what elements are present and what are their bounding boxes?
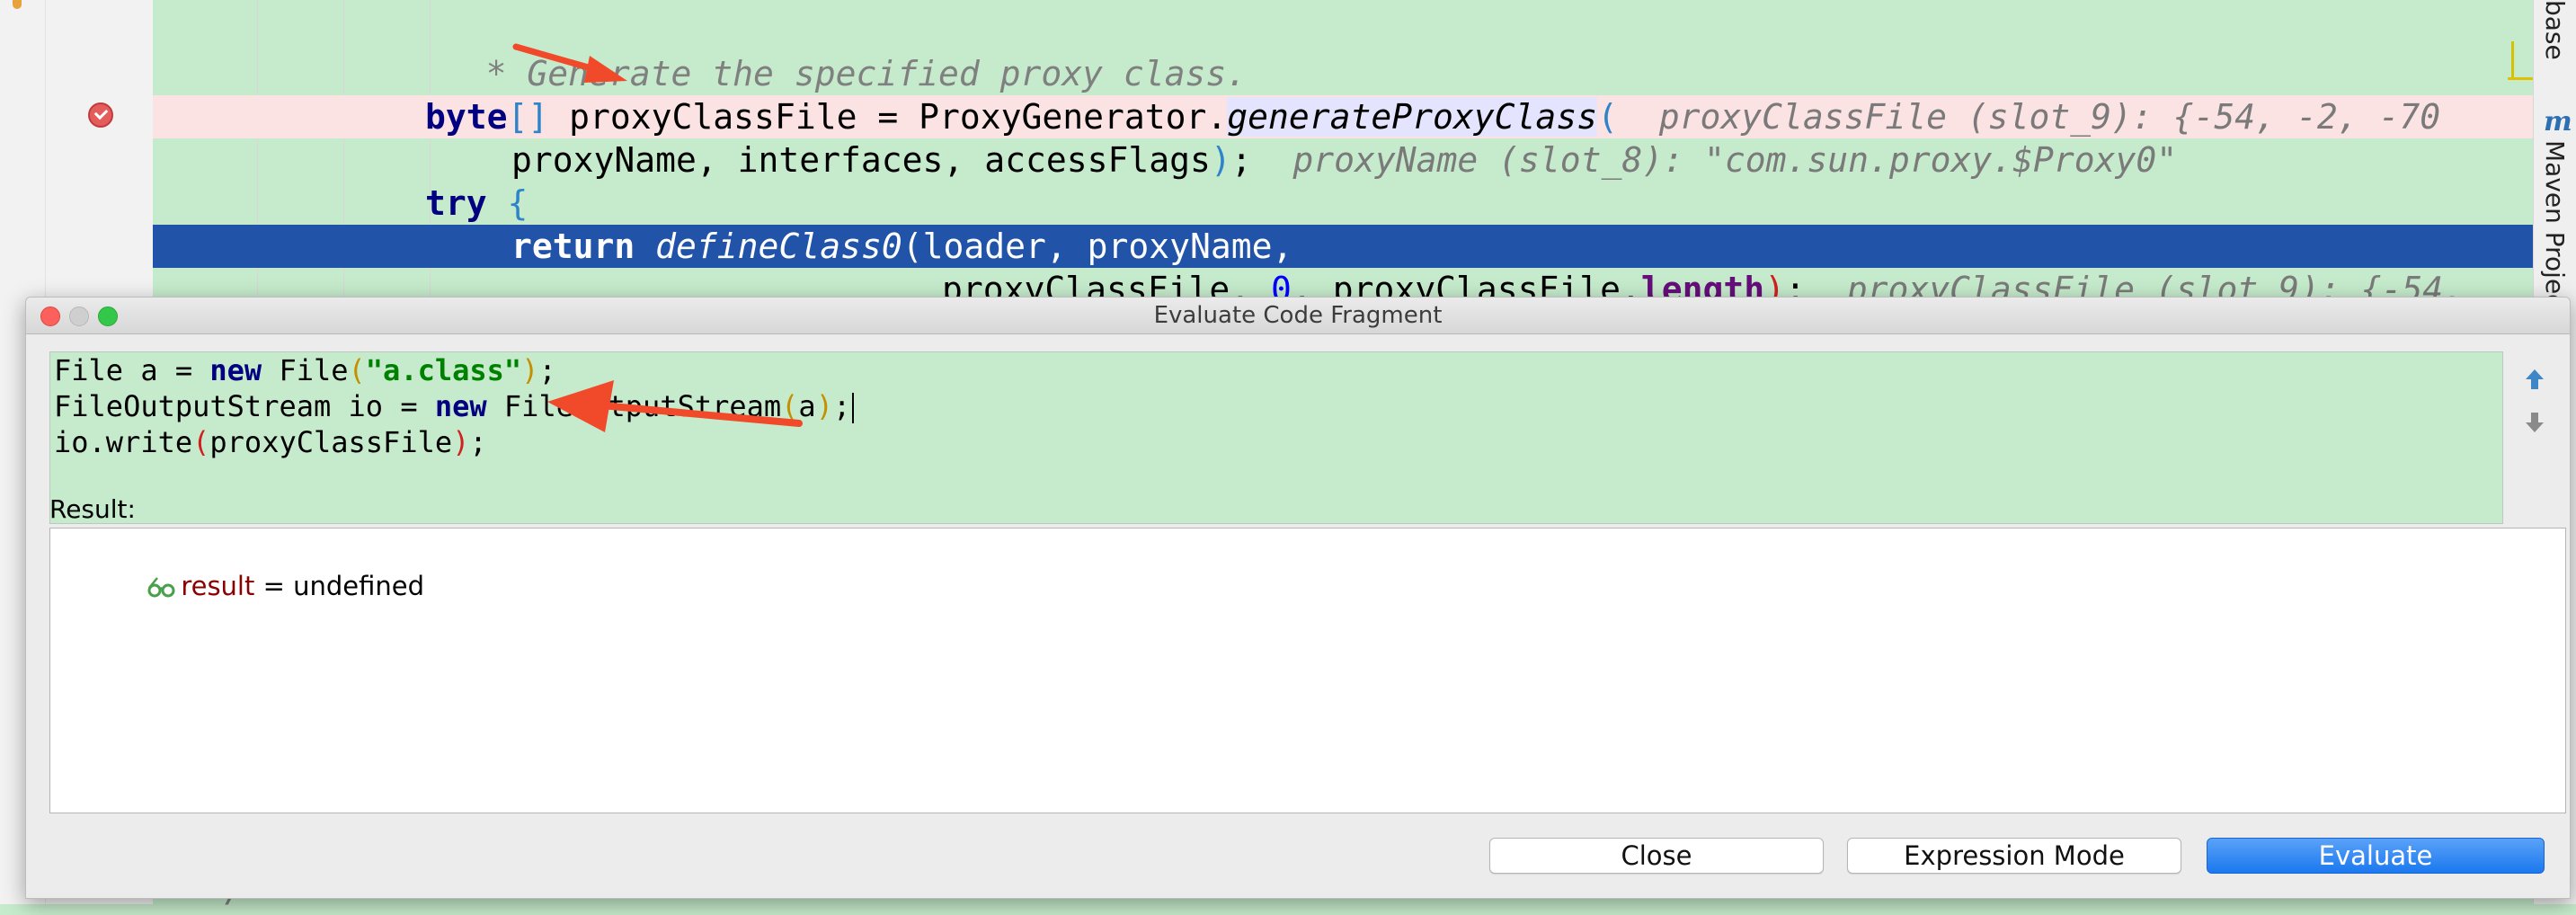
semicolon: ; — [538, 353, 556, 387]
text-caret — [852, 393, 855, 423]
result-equals: = — [254, 571, 294, 601]
close-paren: ) — [452, 425, 470, 459]
open-paren: ( — [348, 353, 366, 387]
fragment-line-3: io.write(proxyClassFile); — [54, 424, 487, 460]
keyword-return: return — [511, 227, 635, 266]
frag-text: File — [262, 353, 349, 387]
close-paren: ) — [521, 353, 539, 387]
fragment-line-1: File a = new File("a.class"); — [54, 352, 556, 388]
expression-mode-button[interactable]: Expression Mode — [1847, 838, 2181, 874]
semicolon: ; — [469, 425, 487, 459]
history-up-arrow-icon[interactable] — [2521, 366, 2548, 393]
declaration-text: proxyClassFile = ProxyGenerator. — [548, 97, 1228, 137]
watch-glasses-icon — [147, 577, 175, 598]
open-brace: { — [486, 183, 529, 223]
fragment-line-2: FileOutputStream io = new FileOutputStre… — [54, 388, 855, 424]
database-panel-tab[interactable]: base — [2540, 0, 2570, 60]
frag-text: io.write — [54, 425, 193, 459]
keyword-new: new — [209, 353, 262, 387]
array-brackets: [] — [507, 97, 549, 137]
result-name: result — [181, 571, 255, 601]
code-line-selected: return defineClass0(loader, proxyName, — [153, 225, 2533, 268]
scroll-marker-vertical — [2511, 41, 2514, 77]
result-label: Result: — [49, 494, 136, 524]
history-down-arrow-icon[interactable] — [2521, 409, 2548, 436]
maven-projects-tab[interactable]: Maven Projec — [2540, 140, 2570, 308]
frag-text: File a = — [54, 353, 210, 387]
close-paren: ) — [1210, 140, 1231, 180]
keyword-byte: byte — [425, 97, 508, 137]
keyword-try: try — [425, 183, 487, 223]
code-line-breakpoint: byte[] proxyClassFile = ProxyGenerator.g… — [153, 95, 2533, 138]
return-args-text: (loader, proxyName, — [902, 227, 1293, 266]
result-value: undefined — [293, 571, 425, 601]
code-line-try: try { — [153, 182, 2533, 225]
scroll-marker — [2508, 77, 2533, 80]
result-tree[interactable]: result = undefined — [49, 528, 2566, 813]
inline-debug-value: proxyClassFile (slot_9): {-54, -2, -70 — [1617, 97, 2441, 137]
gutter-marker — [13, 0, 22, 9]
open-paren: ( — [1597, 97, 1618, 137]
arg-text: a — [798, 389, 816, 423]
maven-m-icon[interactable]: m — [2544, 106, 2572, 138]
result-row[interactable]: result = undefined — [95, 532, 424, 601]
open-paren: ( — [781, 389, 799, 423]
open-paren: ( — [192, 425, 210, 459]
frag-text: FileOutputStream — [486, 389, 782, 423]
code-line-comment: * Generate the specified proxy class. — [153, 9, 2533, 93]
close-paren: ) — [815, 389, 833, 423]
method-define-class0: defineClass0 — [655, 227, 902, 266]
evaluate-button[interactable]: Evaluate — [2207, 838, 2545, 874]
arg-text: proxyClassFile — [209, 425, 453, 459]
code-fragment-input[interactable]: File a = new File("a.class"); FileOutput… — [49, 351, 2503, 524]
inline-debug-value: proxyName (slot_8): "com.sun.proxy.$Prox… — [1251, 140, 2178, 180]
breakpoint-icon[interactable] — [88, 102, 113, 128]
args-text: proxyName, interfaces, accessFlags — [511, 140, 1211, 180]
method-generate-proxy-class: generateProxyClass — [1227, 97, 1598, 137]
string-literal: "a.class" — [365, 353, 522, 387]
semicolon: ; — [1230, 140, 1252, 180]
semicolon: ; — [832, 389, 851, 423]
code-line-args: proxyName, interfaces, accessFlags); pro… — [153, 138, 2533, 182]
keyword-new: new — [434, 389, 487, 423]
code-line-comment-end: */ — [153, 52, 2533, 137]
close-button[interactable]: Close — [1489, 838, 1824, 874]
frag-text: FileOutputStream io = — [54, 389, 435, 423]
evaluate-dialog: Evaluate Code Fragment File a = new File… — [25, 297, 2571, 899]
dialog-title: Evaluate Code Fragment — [1153, 302, 1443, 329]
